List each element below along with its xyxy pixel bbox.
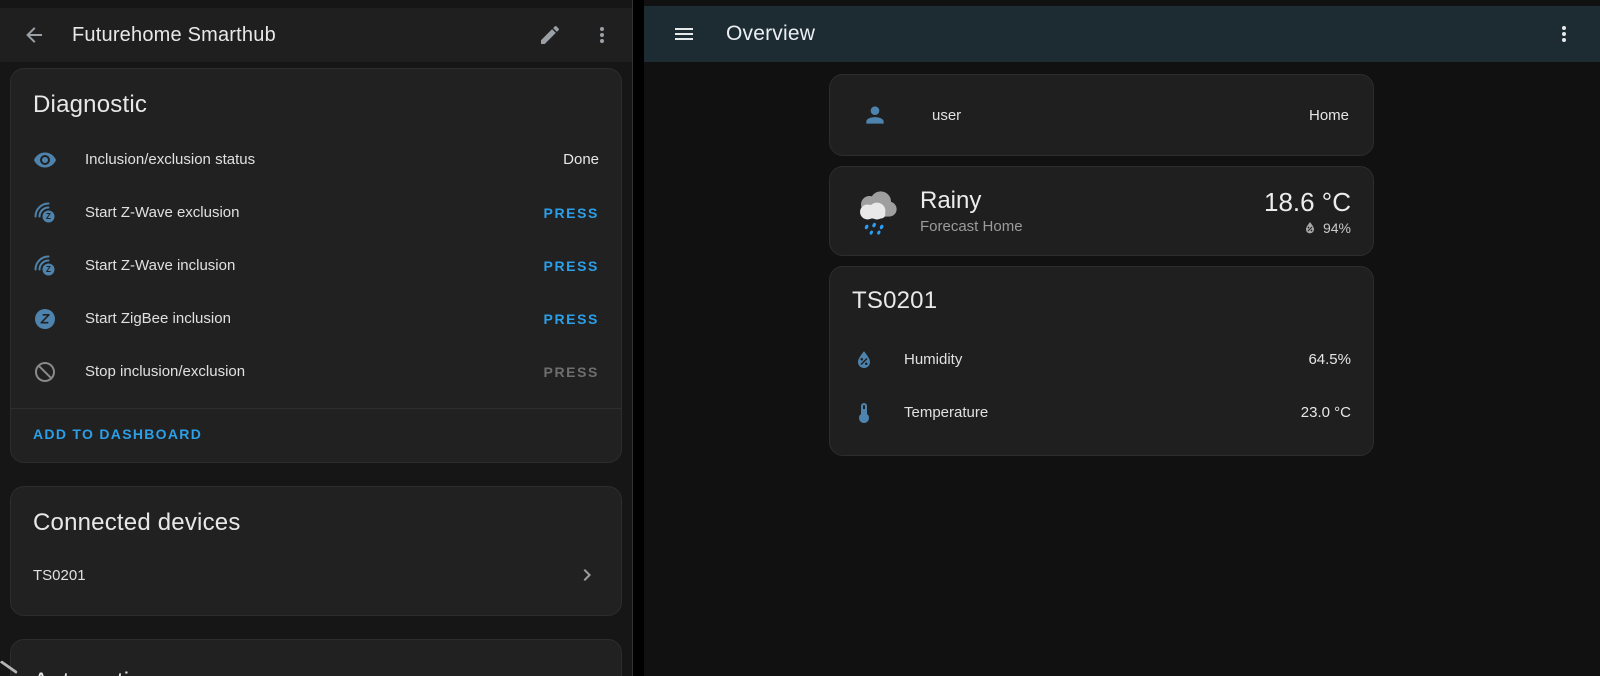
automations-card: Automations [10,639,622,676]
press-button[interactable]: PRESS [544,311,599,327]
overview-panel: Overview user Home [644,0,1600,676]
user-name: user [932,107,1309,124]
row-zwave-inclusion: Z Start Z-Wave inclusion PRESS [33,239,599,292]
overview-header: Overview [644,6,1600,62]
person-icon [862,102,888,128]
cancel-icon [33,360,57,384]
row-label: Humidity [904,351,1308,368]
zwave-icon: Z [33,201,57,225]
user-entity-card[interactable]: user Home [829,74,1374,156]
app-split-view: Futurehome Smarthub Diagnostic [0,0,1600,676]
eye-icon [33,148,57,172]
press-button[interactable]: PRESS [544,205,599,221]
svg-text:Z: Z [46,265,51,274]
humidity-icon [852,348,876,372]
user-location: Home [1309,107,1349,124]
row-zwave-exclusion: Z Start Z-Wave exclusion PRESS [33,186,599,239]
row-inclusion-status: Inclusion/exclusion status Done [33,133,599,186]
row-value: 64.5% [1308,351,1351,368]
chevron-right-icon [575,563,599,587]
row-label: Temperature [904,404,1301,421]
weather-subtitle: Forecast Home [920,218,1264,235]
humidity-drop-icon [1302,220,1318,236]
device-detail-panel: Futurehome Smarthub Diagnostic [0,0,633,676]
row-label: Start Z-Wave inclusion [85,257,544,274]
svg-text:Z: Z [40,310,50,326]
device-list-item[interactable]: TS0201 [33,551,599,601]
weather-condition: Rainy [920,187,1264,215]
weather-card[interactable]: Rainy Forecast Home 18.6 °C 94% [829,166,1374,256]
hamburger-menu-icon[interactable] [672,22,696,46]
press-button[interactable]: PRESS [544,258,599,274]
overview-title: Overview [726,22,1552,46]
device-name: TS0201 [33,567,575,584]
row-label: Inclusion/exclusion status [85,151,563,168]
device-content: Diagnostic Inclusion/exclusion status Do… [0,62,632,676]
row-label: Start Z-Wave exclusion [85,204,544,221]
add-to-dashboard-button[interactable]: ADD TO DASHBOARD [33,426,202,442]
press-button-disabled: PRESS [544,364,599,380]
row-value: Done [563,151,599,168]
row-value: 23.0 °C [1301,404,1351,421]
device-header: Futurehome Smarthub [0,8,632,62]
zwave-icon: Z [33,254,57,278]
weather-humidity: 94% [1323,220,1351,236]
row-label: Stop inclusion/exclusion [85,363,544,380]
diagnostic-card-footer: ADD TO DASHBOARD [11,408,621,462]
row-zigbee-inclusion: Z Start ZigBee inclusion PRESS [33,292,599,345]
overflow-menu-icon[interactable] [590,23,614,47]
row-humidity[interactable]: Humidity 64.5% [852,333,1351,386]
weather-rainy-icon [846,180,906,242]
connected-devices-title: Connected devices [33,509,599,537]
overview-content: user Home [644,62,1600,456]
automations-title: Automations [33,668,169,676]
thermometer-icon [852,401,876,425]
back-arrow-icon[interactable] [22,23,46,47]
sensor-card: TS0201 Humidity 64.5% [829,266,1374,456]
diagnostic-card-title: Diagnostic [33,91,599,119]
svg-text:Z: Z [46,212,51,221]
weather-temperature: 18.6 °C [1264,187,1351,217]
row-temperature[interactable]: Temperature 23.0 °C [852,386,1351,439]
zigbee-icon: Z [33,307,57,331]
overflow-menu-icon[interactable] [1552,22,1576,46]
connected-devices-card: Connected devices TS0201 [10,486,622,616]
weather-main: Rainy Forecast Home [920,187,1264,235]
diagnostic-card: Diagnostic Inclusion/exclusion status Do… [10,68,622,463]
sensor-card-title: TS0201 [852,287,1351,315]
weather-readings: 18.6 °C 94% [1264,187,1351,236]
row-label: Start ZigBee inclusion [85,310,544,327]
row-stop-inclusion: Stop inclusion/exclusion PRESS [33,345,599,398]
edit-pencil-icon[interactable] [538,23,562,47]
device-title: Futurehome Smarthub [72,24,538,47]
